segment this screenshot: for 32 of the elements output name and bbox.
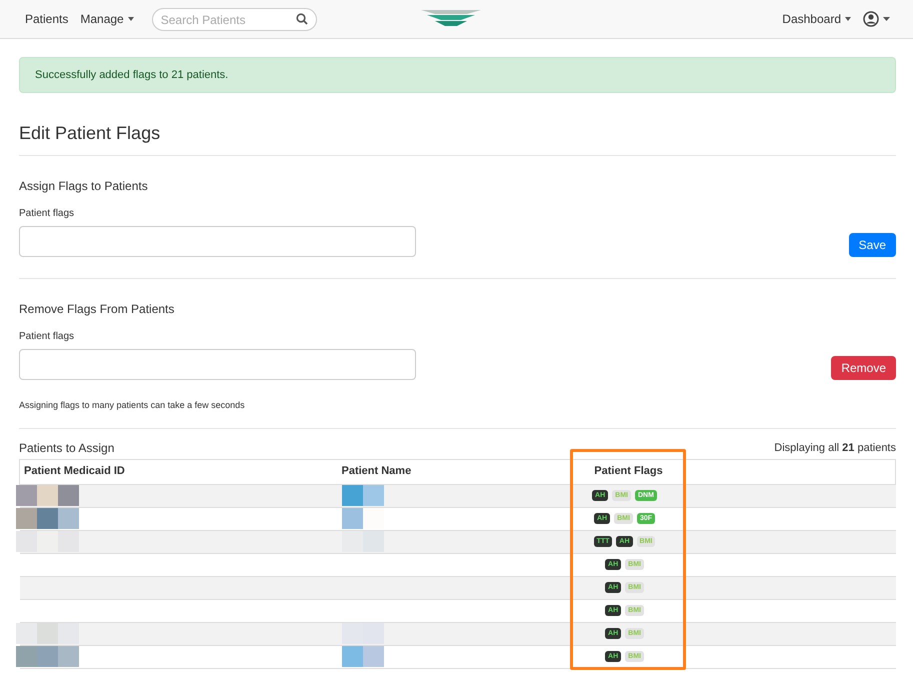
column-header: Patient Flags [570, 459, 686, 484]
manage-menu[interactable]: Manage [80, 10, 134, 28]
caret-icon [845, 17, 851, 21]
column-header: Patient Name [342, 459, 570, 484]
search-field[interactable]: Search Patients [152, 8, 317, 31]
section-heading: Remove Flags From Patients [19, 301, 176, 318]
page-title: Edit Patient Flags [19, 120, 896, 156]
redaction-drawing [342, 623, 384, 644]
user-icon [863, 11, 879, 27]
field-label: Patient flags [19, 330, 76, 344]
field-label: Patient flags [19, 207, 76, 221]
redaction-drawing [342, 485, 384, 506]
logo-icon [421, 7, 481, 27]
save-button[interactable]: Save [848, 233, 896, 257]
column-header: Patient Medicaid ID [20, 459, 342, 484]
dashboard-menu[interactable]: Dashboard [782, 10, 851, 28]
caret-icon [883, 17, 890, 21]
success-alert: Successfully added flags to 21 patients. [19, 57, 896, 93]
section-heading: Patients to Assign [19, 440, 114, 456]
redaction-drawing [342, 646, 384, 667]
flags-input[interactable] [19, 226, 416, 257]
help-text: Assigning flags to many patients can take a few seconds [19, 399, 246, 412]
result-count: Displaying all 21 patients [774, 441, 896, 456]
redaction-drawing [16, 485, 78, 506]
nav-link[interactable]: Patients [25, 10, 68, 28]
remove-button[interactable]: Remove [831, 356, 896, 380]
redaction-drawing [16, 508, 78, 529]
flags-input[interactable] [19, 349, 416, 380]
search-icon [296, 12, 308, 24]
redaction-drawing [16, 646, 78, 667]
section-heading: Assign Flags to Patients [19, 178, 149, 195]
account-menu[interactable] [863, 11, 890, 27]
